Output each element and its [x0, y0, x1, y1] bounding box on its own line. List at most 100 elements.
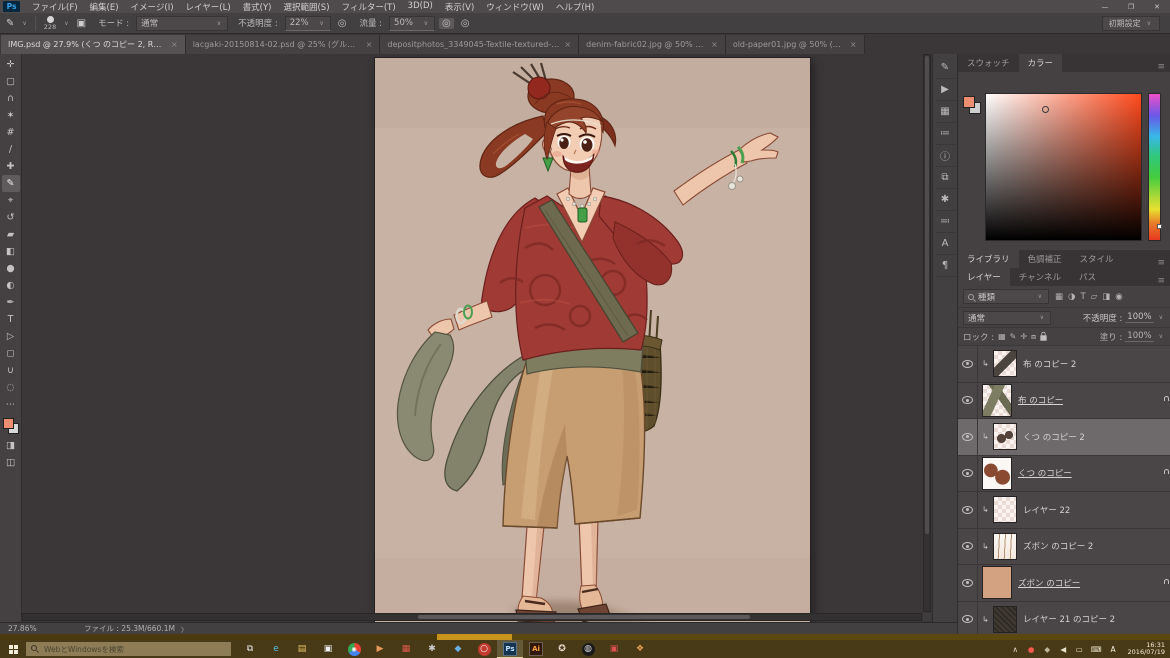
tool-preset-caret-icon[interactable]: ∨ [22, 20, 26, 27]
active-tool-icon[interactable]: ✎ [4, 18, 16, 29]
path-select-tool[interactable]: ▷ [2, 328, 20, 345]
foreground-color-swatch[interactable] [963, 96, 975, 108]
document-tab[interactable]: depositphotos_3349045-Textile-textured-a… [380, 35, 579, 54]
taskbar-clock[interactable]: 16:31 2016/07/19 [1125, 642, 1165, 657]
power-app-icon[interactable]: ○ [471, 640, 497, 658]
filter-adjustment-icon[interactable]: ◑ [1068, 292, 1075, 302]
windows-store-icon[interactable]: ▣ [315, 640, 341, 658]
horizontal-scrollbar-thumb[interactable] [418, 615, 750, 619]
lock-transparent-icon[interactable]: ▦ [998, 332, 1006, 342]
panel-menu-icon[interactable]: ≡ [1152, 258, 1170, 268]
brush-picker-caret-icon[interactable]: ∨ [64, 20, 68, 27]
search-input[interactable] [26, 642, 231, 656]
dodge-tool[interactable]: ◐ [2, 277, 20, 294]
tab-styles[interactable]: スタイル [1071, 250, 1123, 268]
tab-channels[interactable]: チャンネル [1010, 268, 1070, 286]
flow-select[interactable]: 50% ∨ [389, 16, 435, 31]
hue-slider[interactable] [1148, 93, 1161, 241]
layer-visibility-toggle[interactable] [958, 383, 978, 419]
layer-thumbnail[interactable] [993, 350, 1017, 377]
search-app-icon[interactable]: ✱ [419, 640, 445, 658]
layer-row[interactable]: ↳ 布 のコピー [958, 383, 1170, 420]
tray-chat-icon[interactable]: ▭ [1075, 643, 1084, 655]
layer-name[interactable]: レイヤー 21 のコピー 2 [1023, 613, 1115, 625]
tab-swatches[interactable]: スウォッチ [958, 54, 1019, 72]
layer-blend-mode-select[interactable]: 通常 ∨ [963, 311, 1051, 325]
tray-gpu-icon[interactable]: ◆ [1043, 643, 1052, 655]
menu-item[interactable]: イメージ(I) [125, 1, 180, 13]
layer-row[interactable]: ↳ くつ のコピー [958, 456, 1170, 493]
artwork-image[interactable] [375, 58, 810, 622]
properties-panel-icon[interactable]: ≔ [935, 123, 956, 145]
office-tiles-icon[interactable]: ▦ [393, 640, 419, 658]
close-button[interactable]: ✕ [1144, 3, 1170, 11]
tab-libraries[interactable]: ライブラリ [958, 250, 1019, 268]
healing-brush-tool[interactable]: ✚ [2, 158, 20, 175]
tab-paths[interactable]: パス [1070, 268, 1105, 286]
histogram-panel-icon[interactable]: ▦ [935, 101, 956, 123]
document-canvas[interactable] [22, 54, 932, 622]
filter-smart-object-icon[interactable]: ◨ [1102, 292, 1110, 302]
clone-source-panel-icon[interactable]: ⧉ [935, 167, 956, 189]
type-tool[interactable]: T [2, 311, 20, 328]
pressure-size-icon[interactable]: ◎ [458, 18, 473, 29]
orange-app-icon[interactable]: ❖ [627, 640, 653, 658]
tray-keyboard-icon[interactable]: ⌨ [1091, 643, 1102, 655]
dark-app-icon[interactable]: ◍ [575, 640, 601, 658]
color-panel-swatches[interactable] [963, 96, 981, 114]
layer-thumbnail[interactable] [993, 606, 1017, 633]
move-tool[interactable]: ✛ [2, 56, 20, 73]
horizontal-scrollbar[interactable] [22, 613, 922, 621]
layer-visibility-toggle[interactable] [958, 565, 978, 601]
paint-app-icon[interactable]: ✪ [549, 640, 575, 658]
brush-preset-picker[interactable]: 228 [44, 16, 56, 31]
shape-tool[interactable]: ◻ [2, 345, 20, 362]
status-options-arrow-icon[interactable]: 〉 [181, 624, 188, 634]
layer-thumbnail[interactable] [993, 533, 1017, 560]
tray-chevron-icon[interactable]: ∧ [1011, 643, 1020, 655]
tray-record-icon[interactable]: ● [1027, 643, 1036, 655]
zoom-tool[interactable]: ◌ [2, 379, 20, 396]
layer-opacity-value[interactable]: 100% [1125, 312, 1153, 323]
vertical-scrollbar-thumb[interactable] [925, 56, 929, 534]
layer-name[interactable]: ズボン のコピー [1018, 577, 1080, 589]
workspace-switcher[interactable]: 初期設定 ∨ [1102, 16, 1160, 31]
start-button[interactable] [0, 640, 26, 658]
quick-mask-button[interactable]: ◨ [2, 437, 20, 454]
brush-tool[interactable]: ✎ [2, 175, 20, 192]
media-player-icon[interactable]: ▶ [367, 640, 393, 658]
clone-stamp-tool[interactable]: ⌖ [2, 192, 20, 209]
magic-wand-tool[interactable]: ✶ [2, 107, 20, 124]
layer-thumbnail[interactable] [982, 566, 1012, 599]
layer-row[interactable]: ↳ くつ のコピー 2 [958, 419, 1170, 456]
document-tab[interactable]: old-paper01.jpg @ 50% (RGB/... × [726, 35, 865, 54]
layer-row[interactable]: ↳ レイヤー 21 のコピー 2 [958, 602, 1170, 639]
layer-visibility-toggle[interactable] [958, 602, 978, 638]
hue-slider-marker[interactable] [1157, 224, 1162, 229]
menu-item[interactable]: ウィンドウ(W) [480, 1, 550, 13]
menu-item[interactable]: 表示(V) [439, 1, 480, 13]
filter-pin-icon[interactable]: ◉ [1115, 292, 1122, 302]
pressure-opacity-icon[interactable]: ◎ [335, 18, 350, 29]
layer-row[interactable]: ↳ レイヤー 22 [958, 492, 1170, 529]
layer-filter-select[interactable]: 種類 ∨ [963, 289, 1049, 304]
layer-name[interactable]: くつ のコピー 2 [1023, 431, 1085, 443]
filter-pixel-icon[interactable]: ▦ [1055, 292, 1063, 302]
layer-row[interactable]: ↳ ズボン のコピー [958, 565, 1170, 602]
photoshop-taskbar-icon[interactable]: Ps [497, 640, 523, 658]
tray-volume-icon[interactable]: ◀ [1059, 643, 1068, 655]
airbrush-toggle-icon[interactable]: ◎ [439, 18, 454, 29]
paragraph-panel-icon[interactable]: ¶ [935, 255, 956, 277]
file-explorer-icon[interactable]: ▤ [289, 640, 315, 658]
blue-app-icon[interactable]: ◆ [445, 640, 471, 658]
blur-tool[interactable]: ● [2, 260, 20, 277]
info-panel-icon[interactable]: ⓘ [935, 145, 956, 167]
menu-item[interactable]: 書式(Y) [237, 1, 278, 13]
minimize-button[interactable]: — [1092, 3, 1118, 11]
lock-position-icon[interactable]: ✛ [1020, 332, 1027, 342]
layer-thumbnail[interactable] [993, 423, 1017, 450]
layer-thumbnail[interactable] [993, 496, 1017, 523]
layer-name[interactable]: ズボン のコピー 2 [1023, 540, 1093, 552]
vertical-scrollbar[interactable] [923, 54, 931, 612]
restore-button[interactable]: ❐ [1118, 3, 1144, 11]
